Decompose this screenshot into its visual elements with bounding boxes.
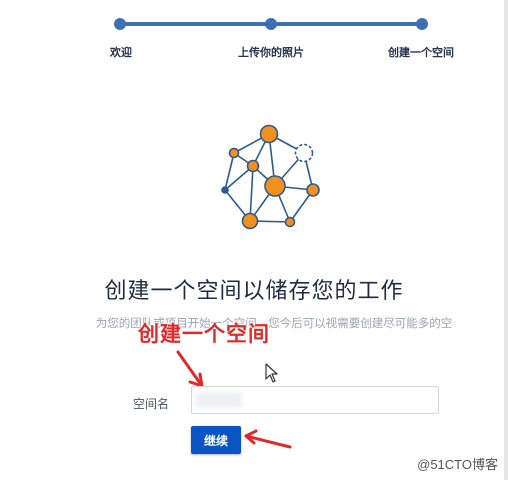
blurred-input-text <box>196 392 242 408</box>
mouse-cursor-icon <box>265 363 278 383</box>
space-name-label: 空间名 <box>133 397 170 411</box>
step-label-upload-photo: 上传你的照片 <box>238 47 304 59</box>
page-title: 创建一个空间以储存您的工作 <box>104 278 404 303</box>
step-label-welcome: 欢迎 <box>110 47 132 59</box>
watermark: @51CTO博客 <box>417 457 498 472</box>
annotation-arrow-to-button <box>244 434 292 449</box>
annotation-label: 创建一个空间 <box>138 323 270 346</box>
step-dot-welcome <box>114 18 126 30</box>
continue-button[interactable]: 继续 <box>191 426 241 454</box>
step-label-create-space: 创建一个空间 <box>388 47 454 59</box>
network-graph-icon <box>221 124 320 230</box>
step-dot-create-space <box>416 18 428 30</box>
annotation-arrow-to-input <box>176 350 204 388</box>
step-dot-upload-photo <box>265 18 277 30</box>
progress-stepper: 欢迎 上传你的照片 创建一个空间 <box>0 0 508 80</box>
